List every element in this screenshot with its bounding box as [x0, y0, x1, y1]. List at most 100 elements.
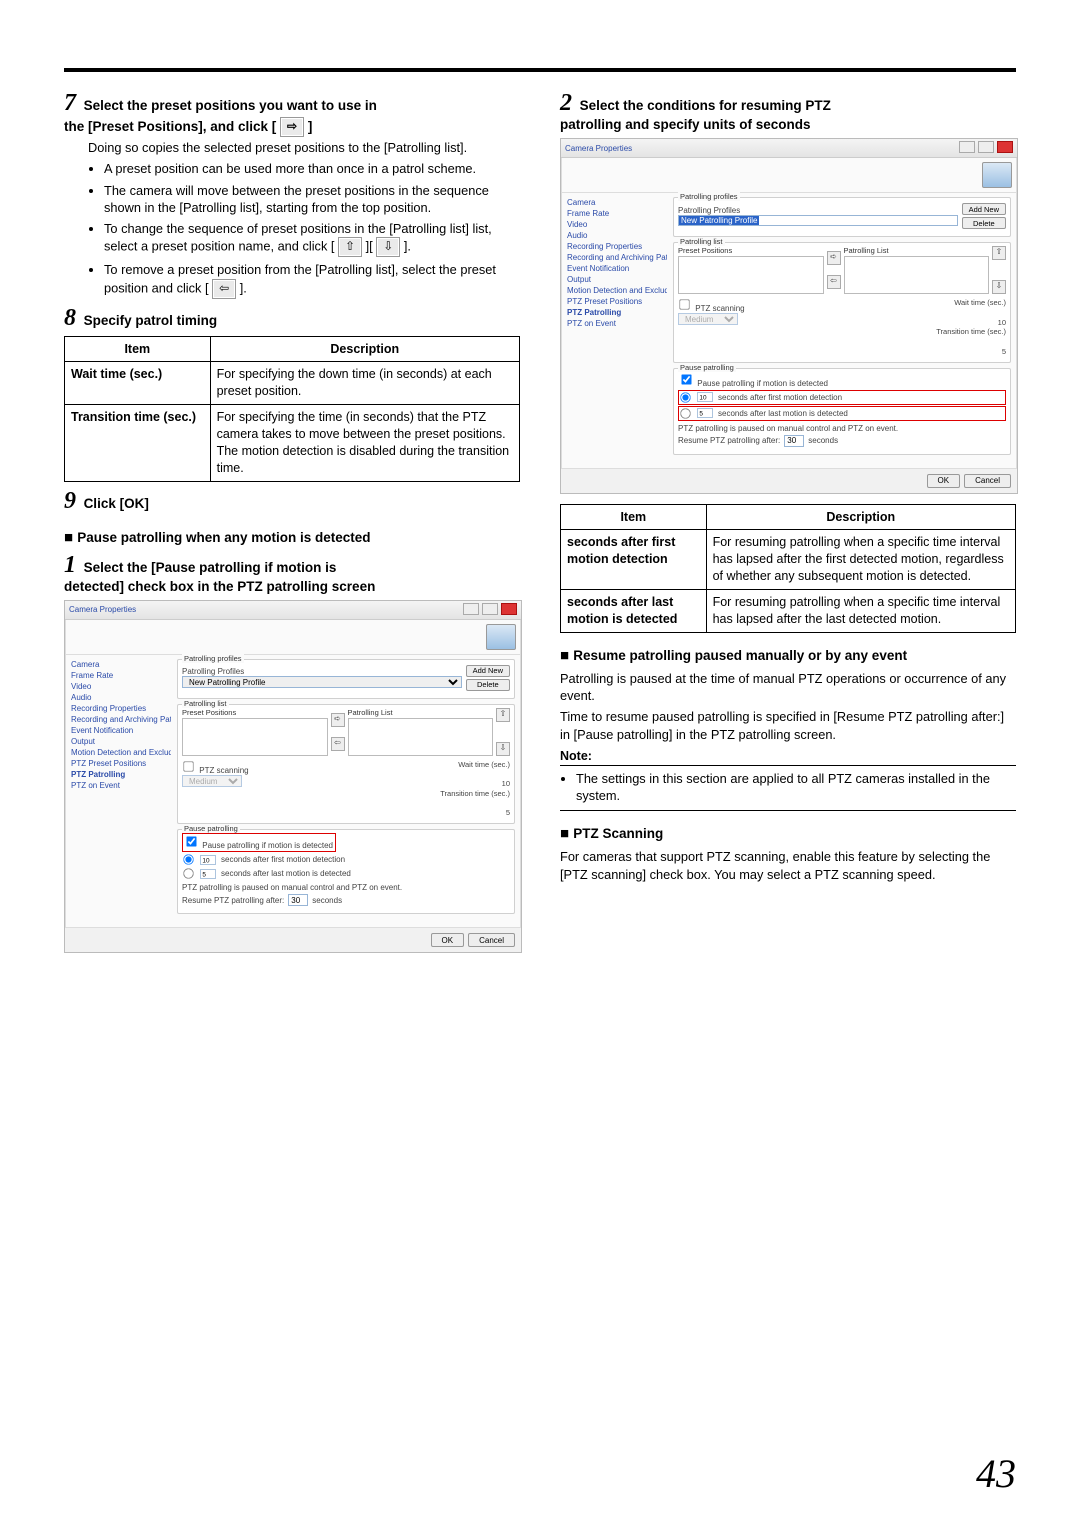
sidebar2-output[interactable]: Output: [567, 274, 667, 285]
radio-first-2[interactable]: [680, 392, 690, 402]
step-7-paragraph: Doing so copies the selected preset posi…: [88, 139, 520, 156]
last-seconds-input[interactable]: [200, 869, 216, 879]
move-down-icon[interactable]: ⇩: [496, 742, 510, 756]
note-bullet: The settings in this section are applied…: [576, 770, 1016, 805]
radio-last[interactable]: [183, 869, 193, 879]
wait-label: Wait time (sec.): [440, 760, 510, 770]
last2-seconds-input[interactable]: [697, 408, 713, 418]
sidebar-item-ptzpreset[interactable]: PTZ Preset Positions: [71, 758, 171, 769]
preset2-listbox[interactable]: [678, 256, 824, 294]
remove-left-icon-2[interactable]: ⇦: [827, 275, 841, 289]
sidebar-item-eventnotif[interactable]: Event Notification: [71, 725, 171, 736]
sidebar-item-motion[interactable]: Motion Detection and Exclude Regions: [71, 747, 171, 758]
radio-last-highlight[interactable]: seconds after last motion is detected: [678, 406, 1006, 421]
maximize-icon-2[interactable]: [978, 141, 994, 153]
shot-title: Camera Properties: [69, 605, 136, 614]
last2-seconds-label: seconds after last motion is detected: [718, 409, 848, 418]
profile-select[interactable]: New Patrolling Profile: [182, 676, 462, 688]
add-right-icon-2[interactable]: ➪: [827, 251, 841, 265]
sidebar2-eventnotif[interactable]: Event Notification: [567, 263, 667, 274]
sidebar-item-ptzevent[interactable]: PTZ on Event: [71, 780, 171, 791]
note-rule-top: [560, 765, 1016, 766]
pause2-checkbox[interactable]: [681, 374, 691, 384]
ok-button-2[interactable]: OK: [927, 474, 961, 488]
sidebar2-video[interactable]: Video: [567, 219, 667, 230]
first-seconds-input[interactable]: [200, 855, 216, 865]
move-down-icon-2[interactable]: ⇩: [992, 280, 1006, 294]
pause-step-1-l1: Select the [Pause patrolling if motion i…: [84, 560, 337, 575]
ptzscan-speed[interactable]: Medium: [182, 775, 242, 787]
pause2-group-label: Pause patrolling: [678, 363, 736, 372]
ptzscan-checkbox[interactable]: [183, 761, 193, 771]
sidebar-item-output[interactable]: Output: [71, 736, 171, 747]
radio-last-2[interactable]: [680, 408, 690, 418]
rt-th-desc: Description: [706, 504, 1015, 530]
add-new-button-2[interactable]: Add New: [962, 203, 1006, 215]
sidebar2-framerate[interactable]: Frame Rate: [567, 208, 667, 219]
close-icon-2[interactable]: [997, 141, 1013, 153]
add-new-button[interactable]: Add New: [466, 665, 510, 677]
minimize-icon-2[interactable]: [959, 141, 975, 153]
preset-listbox[interactable]: [182, 718, 328, 756]
window-controls[interactable]: [462, 603, 517, 617]
shot2-title: Camera Properties: [565, 144, 632, 153]
ptzscan-check-row[interactable]: PTZ scanning: [182, 766, 249, 775]
pause-checkbox[interactable]: [186, 837, 196, 847]
patrolling-listbox[interactable]: [348, 718, 494, 756]
maximize-icon[interactable]: [482, 603, 498, 615]
radio-first-highlight[interactable]: seconds after first motion detection: [678, 390, 1006, 405]
sidebar-item-ptzpatrol[interactable]: PTZ Patrolling: [71, 769, 171, 780]
pause2-check-row[interactable]: Pause patrolling if motion is detected: [678, 372, 830, 389]
close-icon[interactable]: [501, 603, 517, 615]
resume-label: Resume PTZ patrolling after:: [182, 896, 284, 905]
sidebar2-motion[interactable]: Motion Detection and Exclude Regions: [567, 285, 667, 296]
cancel-button[interactable]: Cancel: [468, 933, 515, 947]
pause-check-highlight[interactable]: Pause patrolling if motion is detected: [182, 833, 336, 852]
sidebar2-ptzpatrol[interactable]: PTZ Patrolling: [567, 307, 667, 318]
ok-button[interactable]: OK: [431, 933, 465, 947]
resume-input[interactable]: [288, 894, 308, 906]
sidebar2-camera[interactable]: Camera: [567, 197, 667, 208]
sidebar-item-camera[interactable]: Camera: [71, 659, 171, 670]
move-up-icon[interactable]: ⇧: [496, 708, 510, 722]
sidebar2-ptzpreset[interactable]: PTZ Preset Positions: [567, 296, 667, 307]
sidebar2-ptzevent[interactable]: PTZ on Event: [567, 318, 667, 329]
profile2-selected[interactable]: New Patrolling Profile: [679, 216, 759, 225]
resume2-input[interactable]: [784, 435, 804, 447]
step-7-bullet-3b: ][: [366, 239, 373, 254]
delete-button-2[interactable]: Delete: [962, 217, 1006, 229]
sidebar2-audio[interactable]: Audio: [567, 230, 667, 241]
step-8-r2c2: For specifying the time (in seconds) tha…: [210, 405, 519, 482]
step-8-th-desc: Description: [210, 336, 519, 362]
ptzscan2-checkbox[interactable]: [679, 299, 689, 309]
ptzscan2-row[interactable]: PTZ scanning: [678, 304, 745, 313]
sidebar-item-recprops[interactable]: Recording Properties: [71, 703, 171, 714]
sidebar-item-framerate[interactable]: Frame Rate: [71, 670, 171, 681]
sidebar2-recpaths[interactable]: Recording and Archiving Paths: [567, 252, 667, 263]
step-7-bullet-4b: ].: [240, 280, 247, 295]
radio-first[interactable]: [183, 855, 193, 865]
cancel-button-2[interactable]: Cancel: [964, 474, 1011, 488]
sidebar-item-audio[interactable]: Audio: [71, 692, 171, 703]
window-controls-2[interactable]: [958, 141, 1013, 155]
step-9-title: 9 Click [OK]: [64, 488, 520, 515]
add-right-icon[interactable]: ➪: [331, 713, 345, 727]
sidebar2-recprops[interactable]: Recording Properties: [567, 241, 667, 252]
wait2-value: 10: [936, 318, 1006, 328]
page-number: 43: [976, 1450, 1016, 1497]
pause-checkbox-label: Pause patrolling if motion is detected: [202, 841, 333, 850]
sidebar-item-recpaths[interactable]: Recording and Archiving Paths: [71, 714, 171, 725]
first2-seconds-input[interactable]: [697, 392, 713, 402]
minimize-icon[interactable]: [463, 603, 479, 615]
note-label: Note:: [560, 749, 1016, 763]
profiles2-group-label: Patrolling profiles: [678, 192, 740, 201]
first2-seconds-label: seconds after first motion detection: [718, 393, 842, 402]
sidebar-2: Camera Frame Rate Video Audio Recording …: [567, 197, 667, 460]
ptzscan2-speed[interactable]: Medium: [678, 313, 738, 325]
trans2-label: Transition time (sec.): [936, 327, 1006, 337]
delete-button[interactable]: Delete: [466, 679, 510, 691]
sidebar-item-video[interactable]: Video: [71, 681, 171, 692]
move-up-icon-2[interactable]: ⇧: [992, 246, 1006, 260]
remove-left-icon[interactable]: ⇦: [331, 737, 345, 751]
patrolling2-listbox[interactable]: [844, 256, 990, 294]
